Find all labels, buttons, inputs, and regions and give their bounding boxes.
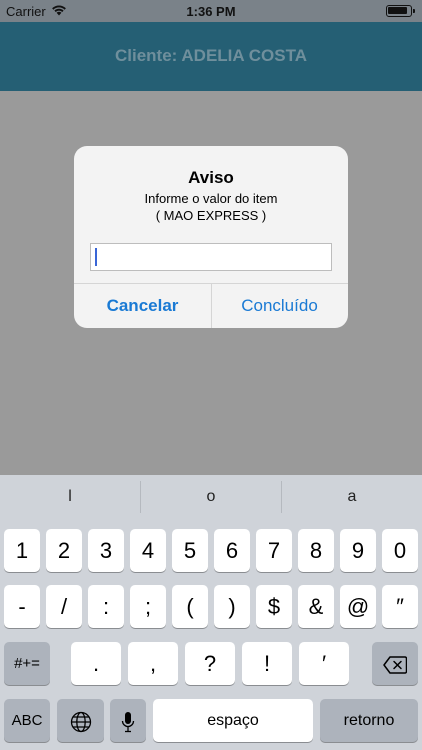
suggestion-item[interactable]: o	[141, 475, 281, 519]
key[interactable]: &	[298, 585, 334, 628]
key[interactable]: 5	[172, 529, 208, 572]
text-cursor	[95, 248, 97, 266]
key[interactable]: @	[340, 585, 376, 628]
key[interactable]: 6	[214, 529, 250, 572]
key[interactable]: ;	[130, 585, 166, 628]
key[interactable]: 4	[130, 529, 166, 572]
keyboard: l o a 1 2 3 4 5 6 7 8 9 0 - / : ; ( ) $ …	[0, 475, 422, 750]
suggestion-bar: l o a	[0, 475, 422, 519]
nav-bar: Cliente: ADELIA COSTA	[0, 22, 422, 91]
alert-dialog: Aviso Informe o valor do item ( MAO EXPR…	[74, 146, 348, 328]
microphone-icon	[121, 712, 135, 733]
alert-item-name: ( MAO EXPRESS )	[155, 208, 267, 223]
key[interactable]: ,	[128, 642, 178, 685]
key[interactable]: 9	[340, 529, 376, 572]
return-key[interactable]: retorno	[320, 699, 418, 742]
alert-message: Informe o valor do item	[144, 191, 278, 206]
key[interactable]: 1	[4, 529, 40, 572]
key[interactable]: 0	[382, 529, 418, 572]
alert-title: Aviso	[188, 168, 234, 187]
key[interactable]: !	[242, 642, 292, 685]
item-value-input[interactable]	[90, 243, 332, 271]
status-bar: Carrier 1:36 PM	[0, 0, 422, 22]
backspace-key[interactable]	[372, 642, 418, 685]
key[interactable]: -	[4, 585, 40, 628]
key[interactable]: 3	[88, 529, 124, 572]
key[interactable]: ″	[382, 585, 418, 628]
key[interactable]: )	[214, 585, 250, 628]
globe-key[interactable]	[57, 699, 104, 742]
key[interactable]: ′	[299, 642, 349, 685]
abc-key[interactable]: ABC	[4, 699, 50, 742]
dictation-key[interactable]	[110, 699, 146, 742]
page-title: Cliente: ADELIA COSTA	[114, 46, 308, 65]
space-key[interactable]: espaço	[153, 699, 313, 742]
key[interactable]: 7	[256, 529, 292, 572]
backspace-icon	[383, 656, 407, 674]
battery-level	[388, 7, 407, 14]
key[interactable]: ?	[185, 642, 235, 685]
done-button[interactable]: Concluído	[211, 283, 348, 328]
key[interactable]: :	[88, 585, 124, 628]
globe-icon	[70, 712, 91, 733]
key[interactable]: /	[46, 585, 82, 628]
key[interactable]: 2	[46, 529, 82, 572]
status-time: 1:36 PM	[186, 4, 236, 19]
key[interactable]: .	[71, 642, 121, 685]
battery-icon	[386, 5, 415, 17]
more-symbols-key[interactable]: #+=	[4, 642, 50, 685]
suggestion-item[interactable]: a	[282, 475, 422, 519]
key[interactable]: (	[172, 585, 208, 628]
key[interactable]: 8	[298, 529, 334, 572]
suggestion-item[interactable]: l	[0, 475, 140, 519]
cancel-button[interactable]: Cancelar	[74, 283, 211, 328]
key[interactable]: $	[256, 585, 292, 628]
